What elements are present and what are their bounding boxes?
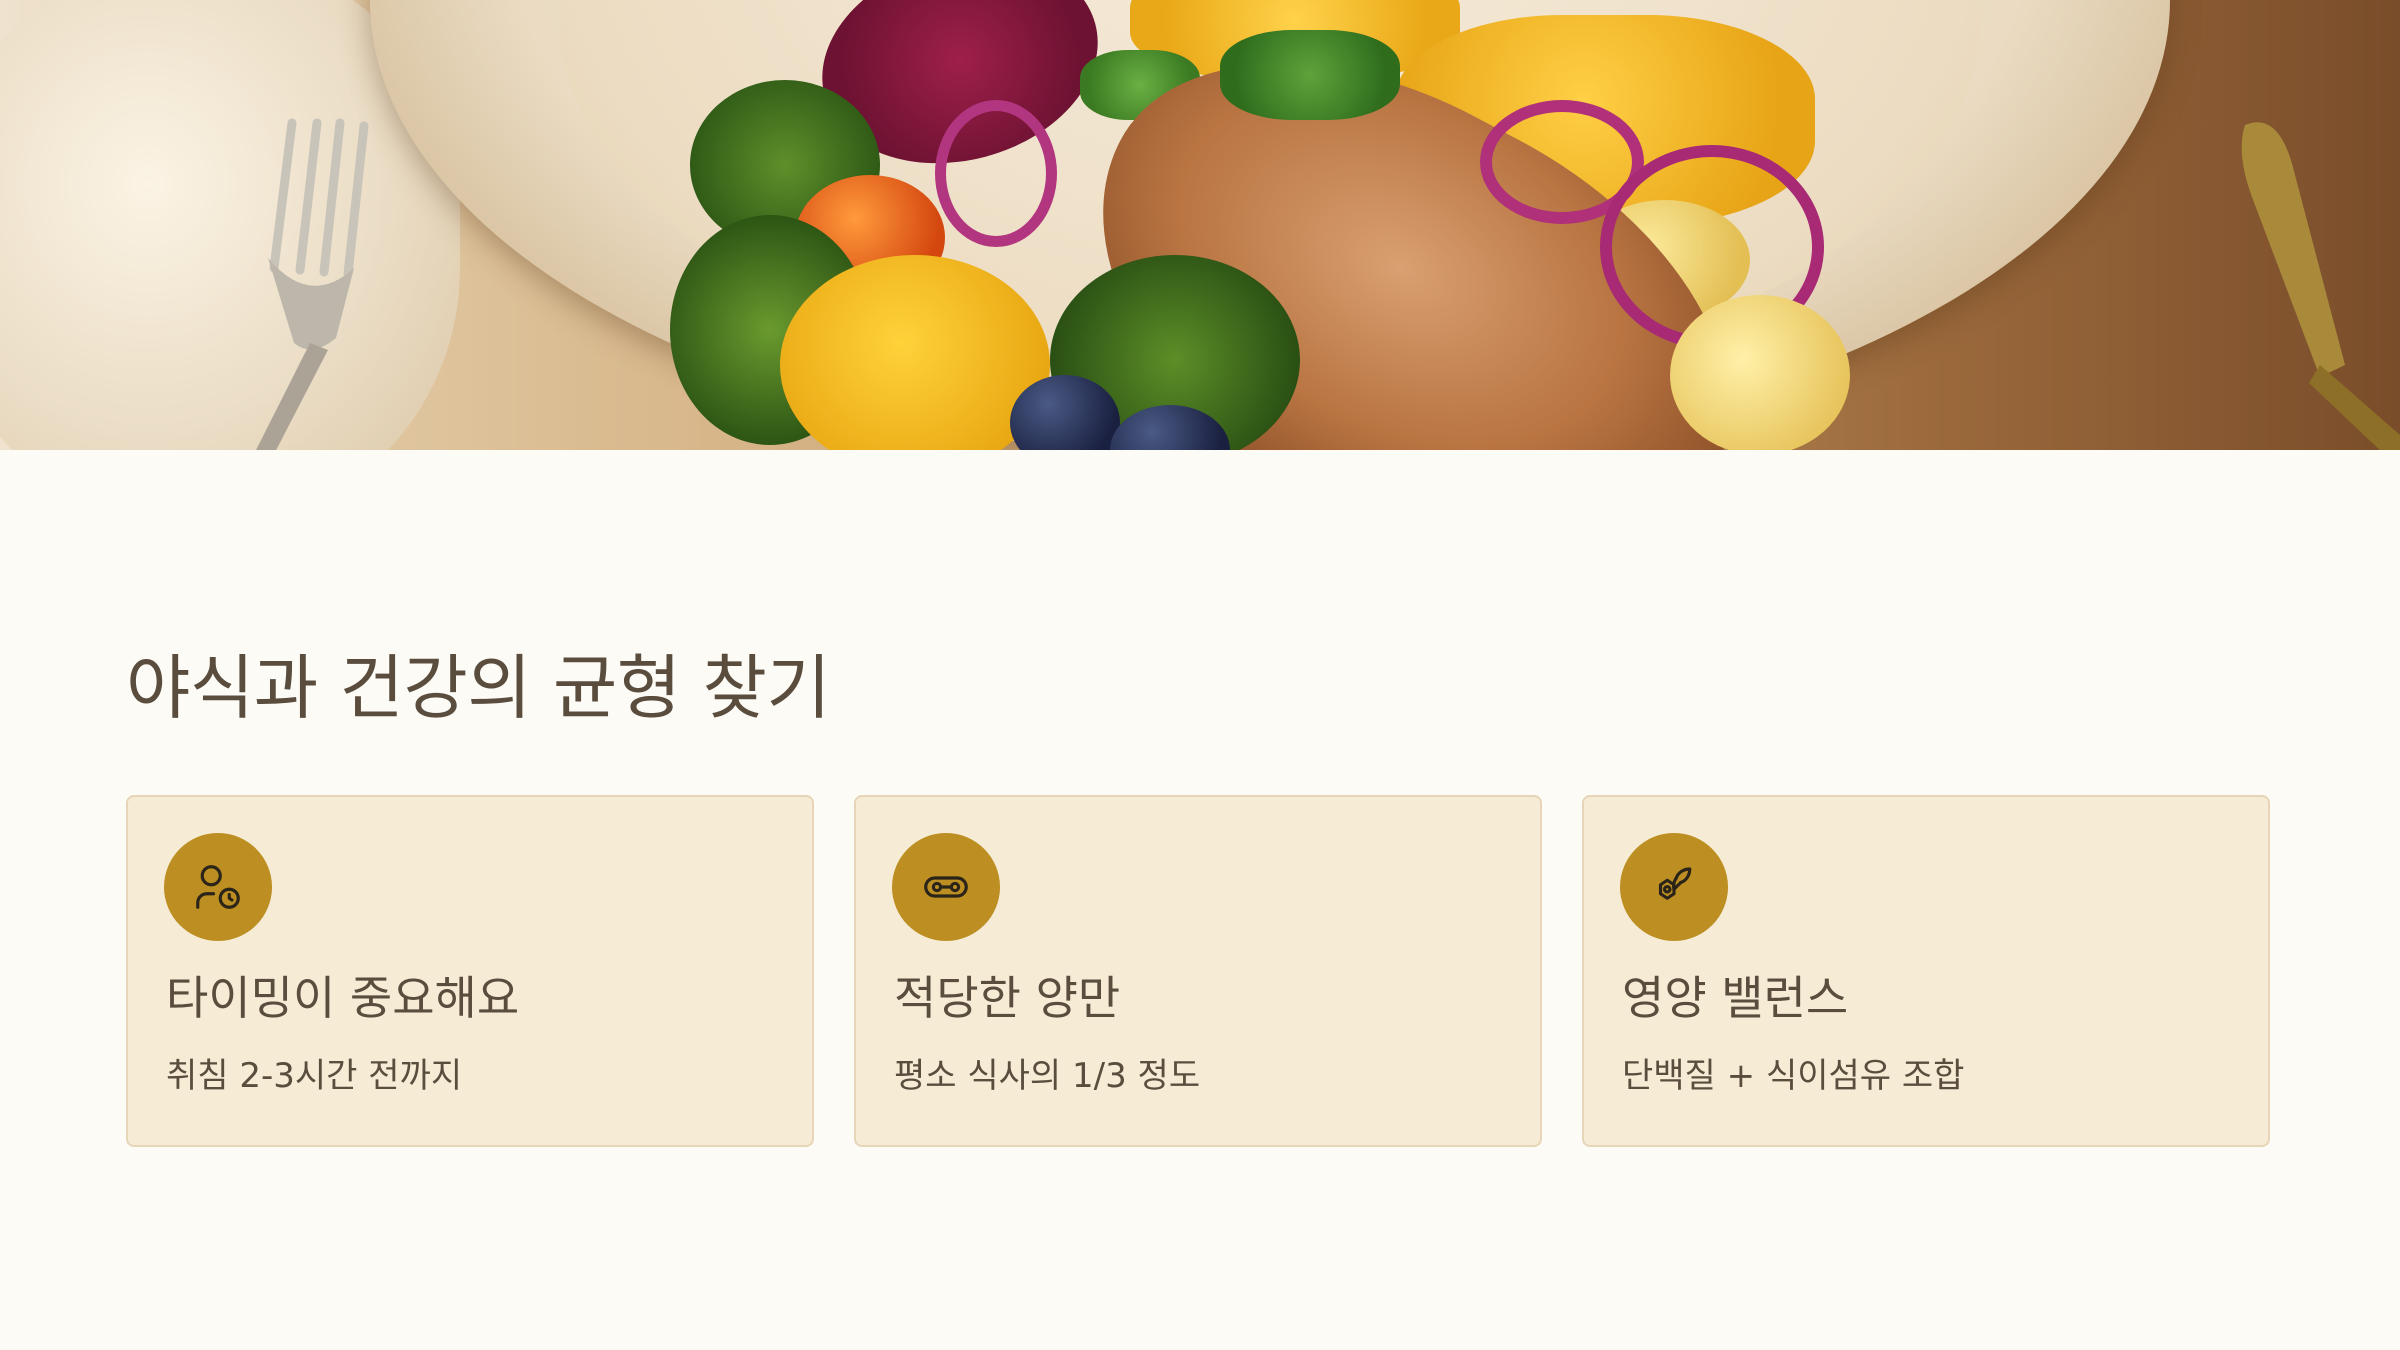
icon-badge bbox=[892, 833, 1000, 941]
fork-icon bbox=[256, 118, 369, 450]
nutrition-balance-icon bbox=[1658, 867, 1692, 900]
card-description: 평소 식사의 1/3 정도 bbox=[894, 1056, 1201, 1096]
card-portion: 적당한 양만 평소 식사의 1/3 정도 bbox=[854, 795, 1542, 1147]
person-clock-icon bbox=[196, 865, 240, 909]
card-title: 영양 밸런스 bbox=[1622, 971, 1849, 1025]
card-title: 타이밍이 중요해요 bbox=[166, 971, 520, 1025]
card-nutrition: 영양 밸런스 단백질 + 식이섬유 조합 bbox=[1582, 795, 2270, 1147]
card-description: 취침 2-3시간 전까지 bbox=[166, 1056, 463, 1096]
icon-badge bbox=[1620, 833, 1728, 941]
card-description: 단백질 + 식이섬유 조합 bbox=[1622, 1056, 1965, 1096]
page-title: 야식과 건강의 균형 찾기 bbox=[126, 647, 831, 729]
cauliflower bbox=[1670, 295, 1850, 450]
herb bbox=[1220, 30, 1400, 120]
portion-icon bbox=[924, 876, 968, 898]
tips-cards: 타이밍이 중요해요 취침 2-3시간 전까지 적당한 양만 평소 식사의 1/3… bbox=[126, 795, 2274, 1149]
knife-icon bbox=[2241, 122, 2400, 450]
card-title: 적당한 양만 bbox=[894, 971, 1121, 1025]
card-timing: 타이밍이 중요해요 취침 2-3시간 전까지 bbox=[126, 795, 814, 1147]
onion-ring bbox=[935, 100, 1057, 247]
hero-image bbox=[0, 0, 2400, 450]
icon-badge bbox=[164, 833, 272, 941]
